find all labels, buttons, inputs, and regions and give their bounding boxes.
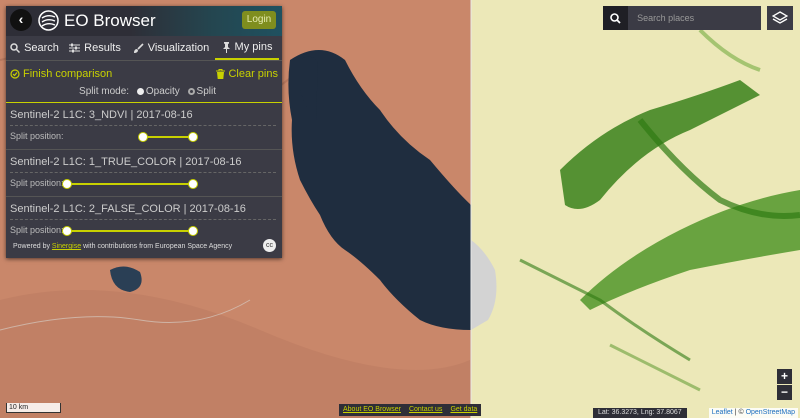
zoom-out-button[interactable]: − [777,385,792,400]
tab-my-pins[interactable]: My pins [215,36,279,60]
opacity-label: Opacity [145,86,180,97]
search-icon [10,43,21,53]
clear-pins-button[interactable]: Clear pins [216,68,278,80]
search-places-input[interactable] [628,6,761,30]
tab-bar: Search Results Visualization My pins [6,36,282,61]
layers-button[interactable] [767,6,793,30]
split-position-label: Split position: [10,225,64,235]
pin-actions: Finish comparison Clear pins [10,64,278,84]
split-position-handle-end[interactable] [188,132,198,142]
chevron-left-icon: ‹ [18,11,24,27]
powered-suffix: with contributions from European Space A… [83,243,233,250]
split-position-handle-start[interactable] [62,226,72,236]
tab-visualization[interactable]: Visualization [127,36,215,60]
pin-item[interactable]: Sentinel-2 L1C: 1_TRUE_COLOR | 2017-08-1… [6,150,282,197]
pin-item[interactable]: Sentinel-2 L1C: 3_NDVI | 2017-08-16 Spli… [6,103,282,150]
pins-panel-body: Finish comparison Clear pins Split mode:… [6,64,282,243]
sliders-icon [69,43,81,53]
pin-title: Sentinel-2 L1C: 1_TRUE_COLOR | 2017-08-1… [10,156,242,168]
pin-divider [10,172,276,173]
split-position-handle-start[interactable] [62,179,72,189]
check-circle-icon [10,69,20,79]
paintbrush-icon [133,42,144,53]
clear-pins-label: Clear pins [228,68,278,80]
tab-label: Search [24,42,59,54]
back-button[interactable]: ‹ [10,9,32,31]
split-label: Split [196,86,216,97]
split-position-track[interactable] [66,183,192,185]
finish-comparison-label: Finish comparison [23,68,113,80]
pin-title: Sentinel-2 L1C: 3_NDVI | 2017-08-16 [10,109,193,121]
split-position-handle-start[interactable] [137,132,148,142]
tab-label: Results [84,42,121,54]
login-button[interactable]: Login [242,11,276,29]
map-attribution: Leaflet | © OpenStreetMap [708,408,798,418]
pin-title: Sentinel-2 L1C: 2_FALSE_COLOR | 2017-08-… [10,203,246,215]
opacity-radio[interactable] [136,88,144,95]
osm-link[interactable]: OpenStreetMap [746,409,795,416]
powered-prefix: Powered by [13,243,50,250]
sinergise-link[interactable]: Sinergise [52,243,81,250]
split-radio[interactable] [187,88,195,95]
search-icon [610,12,621,24]
attribution-separator: | © [734,409,744,416]
split-position-handle-end[interactable] [188,179,198,189]
footer-links: About EO Browser Contact us Get data [339,404,482,416]
search-button[interactable] [603,6,629,30]
layers-icon [772,11,788,24]
finish-comparison-button[interactable]: Finish comparison [10,68,112,80]
split-mode-row: Split mode: Opacity Split [6,84,282,103]
creative-commons-icon[interactable]: cc [263,239,276,252]
tab-label: My pins [234,41,273,53]
split-position-track[interactable] [66,230,192,232]
powered-by-text: Powered by Sinergise with contributions … [13,243,232,250]
tab-search[interactable]: Search [6,36,63,60]
contact-link[interactable]: Contact us [405,404,446,416]
pin-divider [10,125,276,126]
split-mode-label: Split mode: [79,86,130,97]
pin-divider [10,219,276,220]
split-position-label: Split position: [10,178,64,188]
eo-browser-panel: ‹ EO Browser Login Search Results Visual… [6,6,282,258]
pin-item[interactable]: Sentinel-2 L1C: 2_FALSE_COLOR | 2017-08-… [6,197,282,243]
sentinel-logo-icon [38,10,59,31]
search-box [603,6,761,30]
split-position-track[interactable] [141,136,192,138]
scale-bar: 10 km [6,403,61,413]
split-divider[interactable] [470,0,472,418]
tab-results[interactable]: Results [63,36,127,60]
zoom-in-button[interactable]: + [777,369,792,384]
leaflet-link[interactable]: Leaflet [712,409,733,416]
panel-header: ‹ EO Browser Login [6,6,282,36]
tab-label: Visualization [147,42,210,54]
split-position-label: Split position: [10,131,64,141]
pin-icon [222,41,230,53]
split-position-handle-end[interactable] [188,226,198,236]
get-data-link[interactable]: Get data [446,404,481,416]
app-title: EO Browser [64,11,156,30]
trash-icon [216,69,226,79]
about-link[interactable]: About EO Browser [339,404,405,416]
coordinates-readout: Lat: 36.3273, Lng: 37.8067 [593,408,687,418]
